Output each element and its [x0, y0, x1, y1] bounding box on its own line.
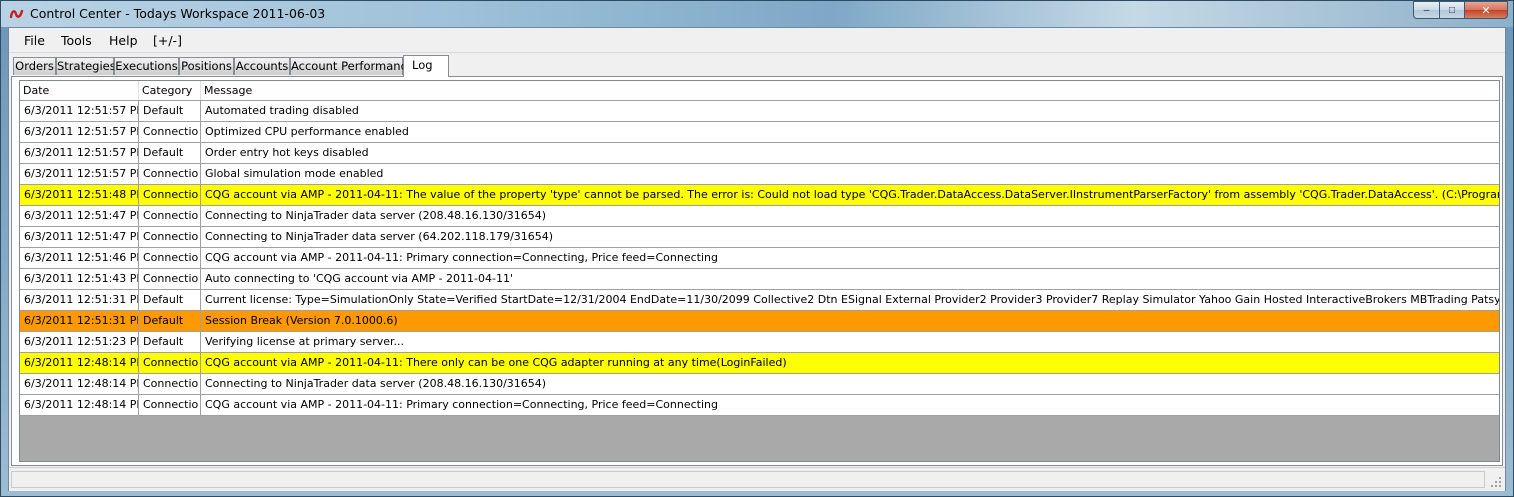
title-bar[interactable]: Control Center - Todays Workspace 2011-0… — [1, 1, 1513, 27]
log-cell-message: Connecting to NinjaTrader data server (2… — [205, 209, 547, 222]
log-cell-category: Default — [139, 311, 201, 331]
log-row[interactable]: 6/3/2011 12:51:47 PM Connectio Connecting … — [20, 227, 1499, 248]
log-cell-date: 6/3/2011 12:51:57 PM — [20, 122, 139, 142]
log-cell-category: Connectio — [139, 269, 201, 289]
log-cell-category: Connectio — [139, 185, 201, 205]
log-row[interactable]: 6/3/2011 12:51:46 PM Connectio CQG account… — [20, 248, 1499, 269]
log-row[interactable]: 6/3/2011 12:51:57 PM Connectio Global simu… — [20, 164, 1499, 185]
log-cell-message: CQG account via AMP - 2011-04-11: Primar… — [205, 251, 718, 264]
tab-strip: Orders Strategies Executions Positions A… — [11, 55, 1503, 77]
log-cell-message: Order entry hot keys disabled — [205, 146, 369, 159]
log-cell-message: Global simulation mode enabled — [205, 167, 384, 180]
log-cell-date: 6/3/2011 12:51:57 PM — [20, 101, 139, 121]
tab-orders[interactable]: Orders — [13, 57, 56, 75]
status-field — [11, 471, 1485, 488]
log-cell-date: 6/3/2011 12:51:47 PM — [20, 206, 139, 226]
status-bar — [9, 467, 1505, 491]
log-cell-date: 6/3/2011 12:51:57 PM — [20, 164, 139, 184]
maximize-icon: □ — [1448, 4, 1456, 16]
grid-header: Date Category Message — [20, 81, 1499, 101]
log-cell-message: CQG account via AMP - 2011-04-11: The va… — [205, 188, 1499, 201]
log-cell-category: Connectio — [139, 248, 201, 268]
log-rows: 6/3/2011 12:51:57 PM Default Automated tra… — [20, 101, 1499, 416]
log-cell-category: Connectio — [139, 122, 201, 142]
log-row[interactable]: 6/3/2011 12:51:57 PM Default Automated tra… — [20, 101, 1499, 122]
tab-log[interactable]: Log — [403, 55, 449, 77]
log-cell-message: Optimized CPU performance enabled — [205, 125, 409, 138]
log-cell-message: CQG account via AMP - 2011-04-11: There … — [205, 356, 787, 369]
log-cell-date: 6/3/2011 12:48:14 PM — [20, 395, 139, 415]
menu-file[interactable]: File — [24, 33, 45, 48]
log-row[interactable]: 6/3/2011 12:51:31 PM Default Session Break… — [20, 311, 1499, 332]
log-grid[interactable]: Date Category Message 6/3/2011 12:51:57 … — [19, 80, 1500, 462]
log-cell-message: Auto connecting to 'CQG account via AMP … — [205, 272, 513, 285]
minimize-button[interactable]: ‒ — [1413, 1, 1439, 19]
menu-tools[interactable]: Tools — [61, 33, 92, 48]
log-cell-date: 6/3/2011 12:51:23 PM — [20, 332, 139, 352]
log-cell-date: 6/3/2011 12:51:47 PM — [20, 227, 139, 247]
log-cell-message: Connecting to NinjaTrader data server (6… — [205, 230, 554, 243]
log-row[interactable]: 6/3/2011 12:48:14 PM Connectio Connecting … — [20, 374, 1499, 395]
caption-buttons: ‒ □ ✕ — [1413, 1, 1508, 20]
log-cell-date: 6/3/2011 12:51:48 PM — [20, 185, 139, 205]
column-header-category[interactable]: Category — [139, 81, 201, 100]
tab-positions[interactable]: Positions — [179, 57, 234, 75]
log-cell-message: Connecting to NinjaTrader data server (2… — [205, 377, 547, 390]
control-center-window: Control Center - Todays Workspace 2011-0… — [0, 0, 1514, 497]
column-header-date[interactable]: Date — [20, 81, 139, 100]
maximize-button[interactable]: □ — [1439, 1, 1464, 19]
log-row[interactable]: 6/3/2011 12:51:31 PM Default Current licen… — [20, 290, 1499, 311]
log-cell-category: Default — [139, 101, 201, 121]
log-row[interactable]: 6/3/2011 12:48:14 PM Connectio CQG account… — [20, 353, 1499, 374]
resize-grip-icon[interactable] — [1490, 476, 1502, 488]
minimize-icon: ‒ — [1423, 4, 1430, 16]
log-row[interactable]: 6/3/2011 12:51:23 PM Default Verifying lic… — [20, 332, 1499, 353]
log-cell-category: Default — [139, 143, 201, 163]
close-icon: ✕ — [1481, 4, 1491, 17]
log-cell-category: Default — [139, 290, 201, 310]
column-header-message[interactable]: Message — [201, 81, 1499, 100]
log-row[interactable]: 6/3/2011 12:51:43 PM Connectio Auto connec… — [20, 269, 1499, 290]
log-cell-date: 6/3/2011 12:48:14 PM — [20, 353, 139, 373]
log-cell-category: Connectio — [139, 374, 201, 394]
log-tab-panel: Date Category Message 6/3/2011 12:51:57 … — [11, 76, 1503, 466]
log-row[interactable]: 6/3/2011 12:51:48 PM Connectio CQG account… — [20, 185, 1499, 206]
log-cell-date: 6/3/2011 12:48:14 PM — [20, 374, 139, 394]
log-cell-message: Session Break (Version 7.0.1000.6) — [205, 314, 398, 327]
menu-help[interactable]: Help — [109, 33, 138, 48]
log-cell-message: Current license: Type=SimulationOnly Sta… — [205, 293, 1499, 306]
tab-executions[interactable]: Executions — [114, 57, 179, 75]
tab-accounts[interactable]: Accounts — [234, 57, 290, 75]
log-cell-message: CQG account via AMP - 2011-04-11: Primar… — [205, 398, 718, 411]
log-cell-category: Default — [139, 332, 201, 352]
log-row[interactable]: 6/3/2011 12:51:57 PM Default Order entry h… — [20, 143, 1499, 164]
log-cell-date: 6/3/2011 12:51:57 PM — [20, 143, 139, 163]
log-cell-category: Connectio — [139, 164, 201, 184]
log-cell-date: 6/3/2011 12:51:46 PM — [20, 248, 139, 268]
menu-bar: File Tools Help [+/-] — [9, 28, 1505, 53]
log-row[interactable]: 6/3/2011 12:51:57 PM Connectio Optimized C… — [20, 122, 1499, 143]
log-cell-date: 6/3/2011 12:51:31 PM — [20, 311, 139, 331]
log-cell-message: Verifying license at primary server... — [205, 335, 405, 348]
menu-toggle-expand[interactable]: [+/-] — [153, 33, 182, 48]
log-cell-message: Automated trading disabled — [205, 104, 359, 117]
tab-strategies[interactable]: Strategies — [56, 57, 116, 75]
client-area: File Tools Help [+/-] Orders Strategies … — [8, 27, 1506, 491]
window-title: Control Center - Todays Workspace 2011-0… — [30, 6, 326, 21]
log-cell-category: Connectio — [139, 353, 201, 373]
log-cell-category: Connectio — [139, 227, 201, 247]
log-cell-date: 6/3/2011 12:51:31 PM — [20, 290, 139, 310]
log-row[interactable]: 6/3/2011 12:48:14 PM Connectio CQG account… — [20, 395, 1499, 416]
log-cell-date: 6/3/2011 12:51:43 PM — [20, 269, 139, 289]
log-cell-category: Connectio — [139, 206, 201, 226]
close-button[interactable]: ✕ — [1464, 1, 1508, 19]
log-cell-category: Connectio — [139, 395, 201, 415]
ninjatrader-logo-icon — [9, 9, 24, 19]
log-row[interactable]: 6/3/2011 12:51:47 PM Connectio Connecting … — [20, 206, 1499, 227]
tab-account-performance[interactable]: Account Performance — [290, 57, 414, 75]
